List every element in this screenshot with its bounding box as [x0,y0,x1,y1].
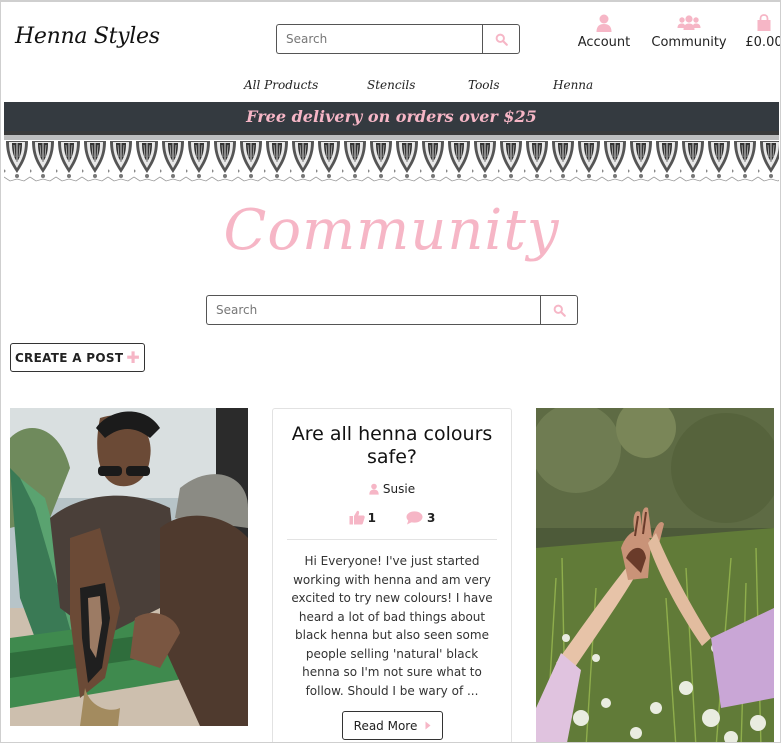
nav-item-all-products[interactable]: All Products [244,78,318,92]
page-frame: Henna Styles Account [0,0,781,743]
post-author-name: Susie [382,482,416,496]
brand-logo[interactable]: Henna Styles [15,24,160,49]
page-title: Community [223,198,560,263]
post-excerpt: Hi Everyone! I've just started working w… [291,554,493,698]
delivery-banner: Free delivery on orders over $25 [4,102,779,131]
create-post-label: CREATE A POST [14,350,124,365]
header-search-input[interactable] [276,24,482,54]
comment-icon [406,510,423,524]
community-search-input[interactable] [206,295,540,325]
create-post-button[interactable]: CREATE A POST ✚ [10,343,145,372]
comment-count: 3 [427,510,436,525]
like-count: 1 [367,510,376,525]
read-more-button[interactable]: Read More [342,711,443,740]
header-search-button[interactable] [482,24,520,54]
account-icon [596,14,612,32]
community-search-button[interactable] [540,295,578,325]
cart-total: £0.00 [745,35,781,50]
nav-item-tools[interactable]: Tools [468,78,500,92]
post-image-tattoo-artist[interactable] [10,408,248,726]
community-icon [677,15,701,30]
user-icon [369,483,379,495]
header-search [276,24,520,54]
lace-border-decoration [4,131,779,183]
community-label: Community [651,35,727,50]
card-divider [287,539,497,540]
search-icon [495,33,508,46]
read-more-label: Read More [353,718,418,733]
cart-link[interactable]: £0.00 [744,14,781,50]
nav-item-stencils[interactable]: Stencils [367,78,415,92]
nav-item-henna[interactable]: Henna [553,78,593,92]
header-icon-links: Account Community £0.00 [573,14,781,50]
post-stats: 1 3 [273,510,511,525]
delivery-banner-text: Free delivery on orders over $25 [246,107,537,126]
post-image-henna-hands[interactable] [536,408,774,743]
community-search [206,295,578,325]
main-nav: All Products Stencils Tools Henna [1,78,780,96]
plus-icon: ✚ [126,348,141,367]
search-icon [553,304,566,317]
post-author: Susie [273,482,511,496]
community-link[interactable]: Community [650,14,728,50]
shopping-bag-icon [757,14,771,31]
caret-right-icon [425,721,431,730]
comment-button[interactable]: 3 [406,511,435,525]
account-link[interactable]: Account [573,14,635,50]
thumbs-up-icon [349,510,365,525]
post-card: Are all henna colours safe? Susie 1 3 Hi… [272,408,512,742]
post-title[interactable]: Are all henna colours safe? [283,423,501,469]
account-label: Account [577,35,631,50]
like-button[interactable]: 1 [349,510,376,525]
